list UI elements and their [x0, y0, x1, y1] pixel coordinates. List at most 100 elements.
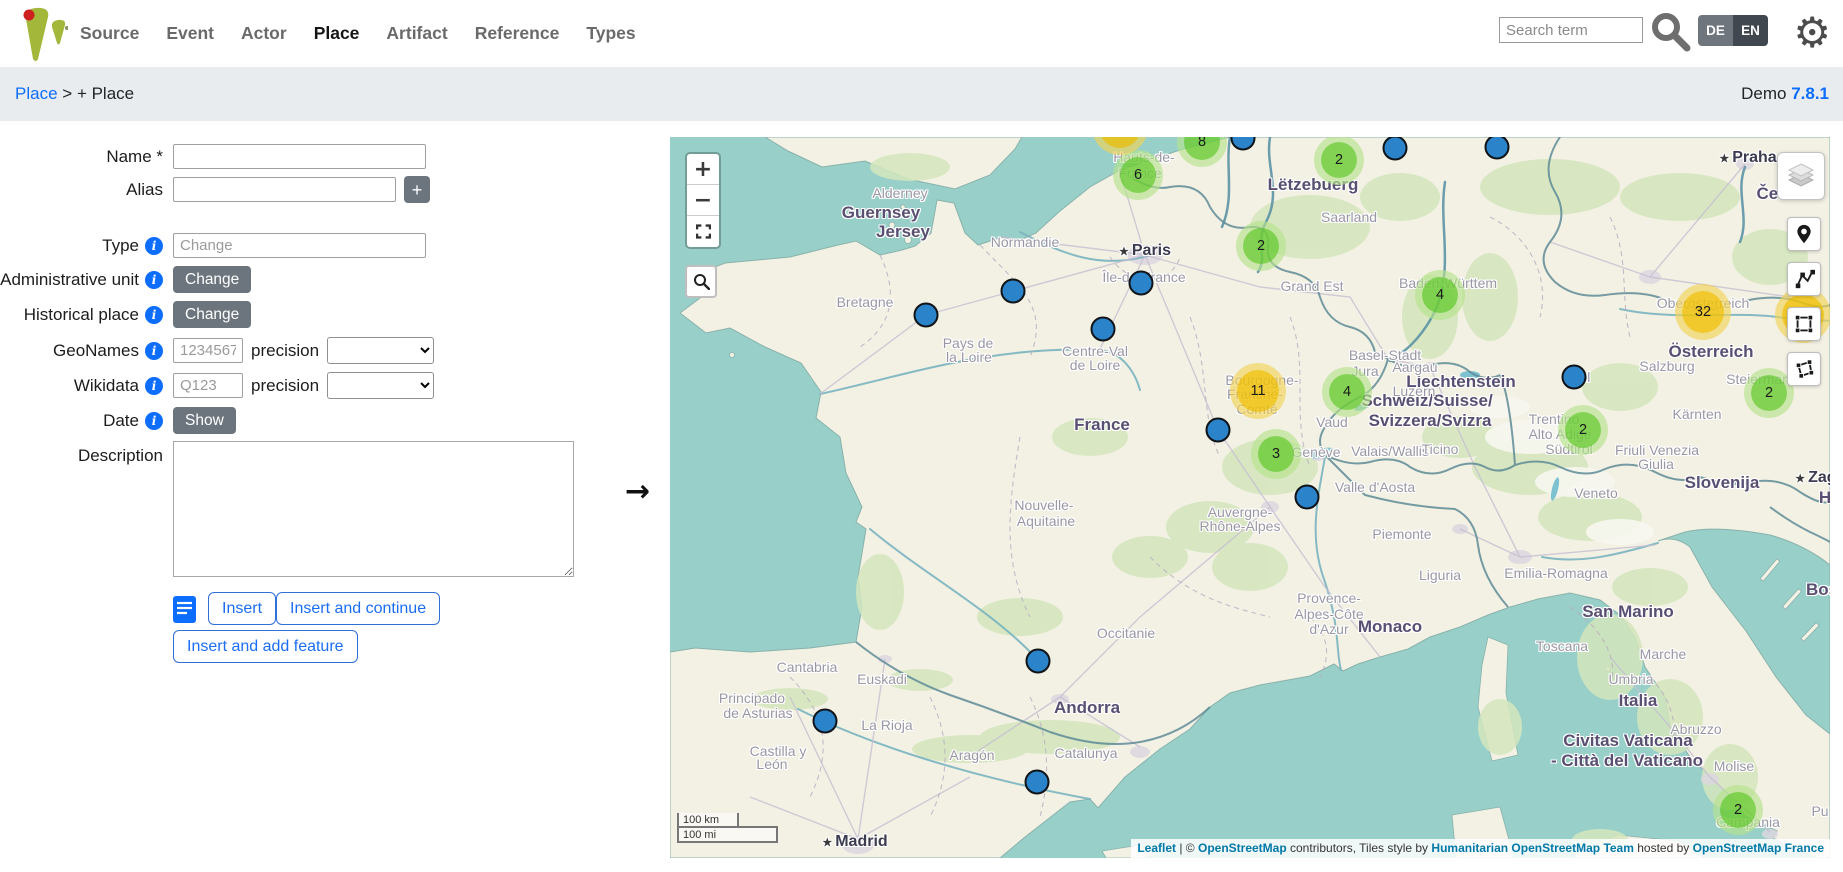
map-marker[interactable] — [1562, 365, 1587, 390]
draw-polygon-button[interactable] — [1787, 352, 1821, 386]
attribution-link[interactable]: Humanitarian OpenStreetMap Team — [1431, 841, 1634, 855]
marker-cluster[interactable]: 2 — [1565, 412, 1601, 448]
map-label: Svizzera/Svizra — [1369, 411, 1492, 431]
date-show-button[interactable]: Show — [173, 407, 236, 434]
map-label: Euskadi — [857, 671, 907, 687]
map-search-button[interactable] — [685, 265, 717, 298]
breadcrumb: Place > + Place — [15, 84, 134, 104]
map-marker[interactable] — [1091, 317, 1116, 342]
marker-cluster[interactable]: 2 — [1720, 792, 1756, 828]
collapse-form-arrow-icon[interactable]: → — [625, 474, 650, 509]
map-marker[interactable] — [1295, 485, 1320, 510]
administrative-unit-change-button[interactable]: Change — [173, 266, 251, 293]
nav-item-artifact[interactable]: Artifact — [386, 23, 447, 44]
marker-cluster[interactable]: 2 — [1321, 142, 1357, 178]
administrative-unit-label: Administrative unit — [0, 270, 139, 290]
lang-button-de[interactable]: DE — [1698, 15, 1733, 46]
draw-rectangle-button[interactable] — [1787, 307, 1821, 341]
search-input[interactable] — [1499, 17, 1643, 43]
attribution-link[interactable]: OpenStreetMap — [1198, 841, 1287, 855]
marker-cluster[interactable]: 2 — [1751, 375, 1787, 411]
attribution-link[interactable]: OpenStreetMap France — [1693, 841, 1824, 855]
marker-cluster[interactable]: 11 — [1237, 370, 1279, 412]
wikidata-precision-label: precision — [251, 376, 319, 396]
scale-control: 100 km 100 mi — [677, 813, 778, 843]
geonames-input[interactable] — [173, 338, 243, 363]
map-label: Marche — [1640, 646, 1687, 662]
zoom-out-button[interactable]: − — [687, 185, 719, 216]
map-marker[interactable] — [1001, 279, 1026, 304]
zoom-in-button[interactable]: + — [687, 154, 719, 185]
map-marker[interactable] — [1025, 770, 1050, 795]
wikidata-input[interactable] — [173, 373, 243, 398]
map-label: Alderney — [872, 185, 927, 201]
insert-button[interactable]: Insert — [208, 592, 276, 625]
lang-button-en[interactable]: EN — [1733, 15, 1768, 46]
map-label: ★Praha — [1719, 149, 1776, 167]
nav-item-reference[interactable]: Reference — [475, 23, 560, 44]
wikidata-info-icon[interactable]: i — [145, 377, 163, 395]
type-input[interactable] — [173, 233, 426, 258]
map-label: Bos — [1806, 580, 1830, 600]
scale-mi: 100 mi — [677, 826, 778, 843]
historical-place-row: Historical placei Change — [13, 301, 251, 328]
map-label: Kärnten — [1672, 406, 1721, 422]
leaflet-map[interactable]: GuernseyJerseyLëtzebuergFranceÖsterreich… — [670, 137, 1830, 858]
map-marker[interactable] — [914, 303, 939, 328]
map-label: Luzern — [1393, 383, 1436, 399]
map-marker[interactable] — [1206, 418, 1231, 443]
map-label: Aargau — [1392, 359, 1437, 375]
version-link[interactable]: 7.8.1 — [1791, 84, 1829, 103]
draw-marker-button[interactable] — [1787, 217, 1821, 251]
zoom-control: + − — [685, 152, 721, 249]
nav-item-source[interactable]: Source — [80, 23, 139, 44]
search-icon[interactable] — [1650, 11, 1692, 53]
language-switch: DEEN — [1698, 15, 1768, 46]
add-alias-button[interactable]: + — [404, 176, 430, 203]
marker-cluster[interactable]: 6 — [1120, 157, 1156, 193]
historical-place-info-icon[interactable]: i — [145, 306, 163, 324]
manual-book-icon[interactable] — [173, 596, 196, 623]
map-marker[interactable] — [1129, 271, 1154, 296]
attribution-text: | © — [1176, 841, 1198, 855]
attribution-link[interactable]: Leaflet — [1137, 841, 1176, 855]
marker-cluster[interactable]: 32 — [1682, 291, 1724, 333]
historical-place-change-button[interactable]: Change — [173, 301, 251, 328]
name-input[interactable] — [173, 144, 426, 169]
nav-item-types[interactable]: Types — [586, 23, 635, 44]
geonames-precision-select[interactable] — [327, 337, 434, 364]
insert-and-continue-button[interactable]: Insert and continue — [276, 592, 440, 625]
type-info-icon[interactable]: i — [145, 237, 163, 255]
marker-cluster[interactable]: 3 — [1258, 436, 1294, 472]
attribution-text: hosted by — [1634, 841, 1693, 855]
map-label: Bretagne — [837, 294, 894, 310]
description-textarea[interactable] — [173, 441, 574, 577]
nav-item-event[interactable]: Event — [166, 23, 214, 44]
nav-item-actor[interactable]: Actor — [241, 23, 287, 44]
map-label: ★Madrid — [822, 833, 887, 851]
layers-button[interactable] — [1777, 152, 1825, 200]
map-label: Vaud — [1316, 414, 1348, 430]
date-info-icon[interactable]: i — [145, 412, 163, 430]
map-marker[interactable] — [1026, 649, 1051, 674]
draw-polyline-button[interactable] — [1787, 262, 1821, 296]
nav-item-place[interactable]: Place — [314, 23, 360, 44]
map-label: Grand Est — [1280, 278, 1343, 294]
fullscreen-button[interactable] — [687, 216, 719, 247]
administrative-unit-info-icon[interactable]: i — [145, 271, 163, 289]
type-label: Type — [102, 236, 139, 256]
insert-and-add-feature-button[interactable]: Insert and add feature — [173, 630, 358, 663]
geonames-precision-label: precision — [251, 341, 319, 361]
marker-cluster[interactable]: 4 — [1422, 277, 1458, 313]
alias-input[interactable] — [173, 177, 396, 202]
type-row: Typei — [13, 232, 426, 259]
marker-cluster[interactable]: 4 — [1329, 374, 1365, 410]
marker-cluster[interactable]: 2 — [1243, 228, 1279, 264]
gear-icon[interactable]: ⚙ — [1793, 4, 1831, 62]
openatlas-logo-icon[interactable] — [20, 5, 68, 63]
breadcrumb-place-link[interactable]: Place — [15, 84, 58, 103]
map-marker[interactable] — [813, 709, 838, 734]
wikidata-precision-select[interactable] — [327, 372, 434, 399]
marker-pin-icon — [1794, 223, 1814, 245]
geonames-info-icon[interactable]: i — [145, 342, 163, 360]
